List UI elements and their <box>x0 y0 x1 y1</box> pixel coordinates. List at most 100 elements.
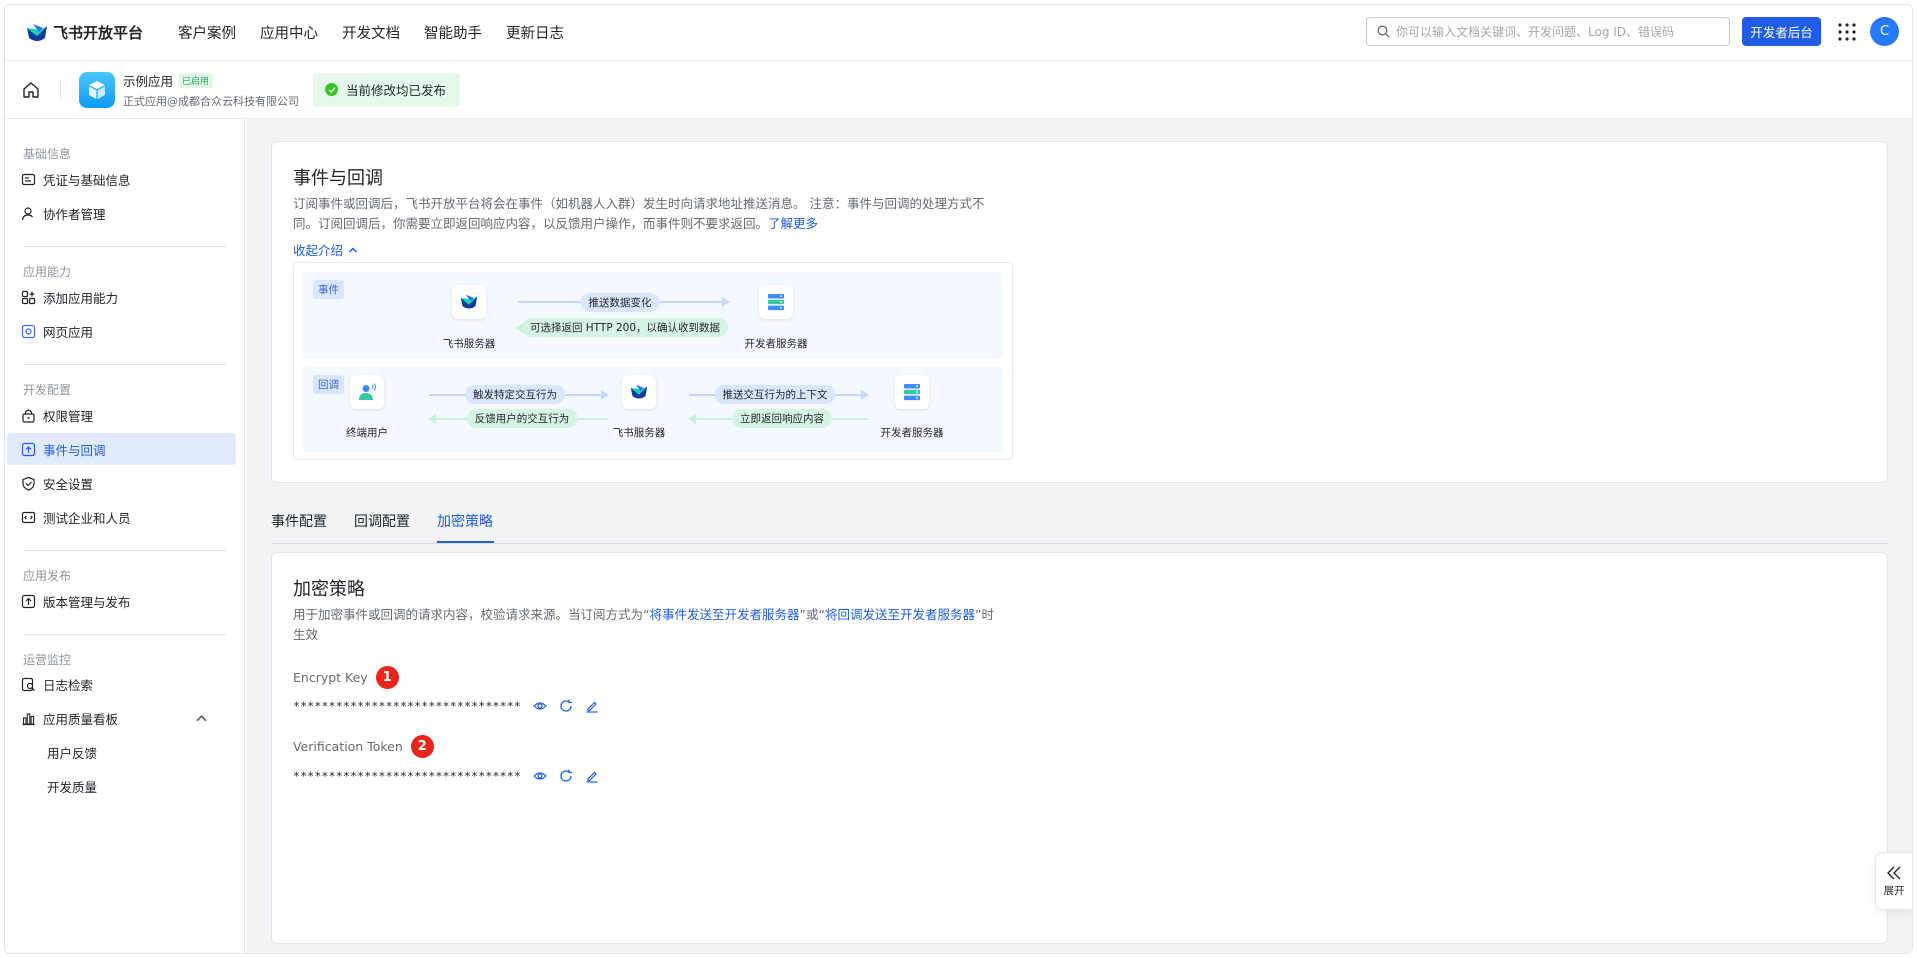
sidebar-item-test-enterprise[interactable]: 测试企业和人员 <box>7 501 236 533</box>
sidebar-item-security[interactable]: 安全设置 <box>7 467 236 499</box>
flow-diagram: 事件 飞书服务器 推送数据变化 可选择返回 HTTP 200，以确认收到数据 开… <box>293 262 1013 460</box>
encryption-desc-line2: 生效 <box>293 627 319 642</box>
sidebar-group-publish: 应用发布 <box>23 569 72 583</box>
search-input[interactable] <box>1396 24 1716 39</box>
collapse-intro-button[interactable]: 收起介绍 <box>293 240 359 259</box>
event-to-server-link[interactable]: 将事件发送至开发者服务器 <box>649 607 799 622</box>
top-nav: 飞书开放平台 客户案例 应用中心 开发文档 智能助手 更新日志 开发者后台 C <box>5 5 1912 61</box>
user-icon <box>21 206 33 220</box>
feishu-server-node <box>622 375 656 409</box>
refresh-icon[interactable] <box>559 699 573 713</box>
nav-link-assistant[interactable]: 智能助手 <box>424 22 482 43</box>
expand-label: 展开 <box>1883 884 1905 897</box>
eye-icon[interactable] <box>533 769 547 783</box>
expand-panel-button[interactable]: 展开 <box>1875 852 1912 910</box>
sidebar-item-user-feedback[interactable]: 用户反馈 <box>7 736 236 768</box>
divider <box>23 550 226 551</box>
sidebar-item-add-capability[interactable]: 添加应用能力 <box>7 281 236 313</box>
intro-title: 事件与回调 <box>293 168 383 189</box>
nav-link-changelog[interactable]: 更新日志 <box>506 22 564 43</box>
dev-server-node <box>759 285 793 319</box>
nav-link-app-center[interactable]: 应用中心 <box>260 22 318 43</box>
sidebar-item-label: 协作者管理 <box>43 206 106 222</box>
sidebar-item-permissions[interactable]: 权限管理 <box>7 399 236 431</box>
add-block-icon <box>21 290 36 304</box>
sidebar-item-quality-board[interactable]: 应用质量看板 <box>7 702 236 734</box>
intro-card: 事件与回调 订阅事件或回调后，飞书开放平台将会在事件（如机器人入群）发生时向请求… <box>271 141 1888 483</box>
arrow-head-icon <box>722 297 730 307</box>
encryption-desc-mid: ”或“ <box>799 607 825 622</box>
feishu-server-node <box>452 285 486 319</box>
nav-link-docs[interactable]: 开发文档 <box>342 22 400 43</box>
callback-to-server-link[interactable]: 将回调发送至开发者服务器 <box>825 607 975 622</box>
tab-event-config[interactable]: 事件配置 <box>271 511 327 531</box>
tab-callback-config[interactable]: 回调配置 <box>354 511 410 531</box>
publish-status: 当前修改均已发布 <box>313 72 461 107</box>
chevron-up-icon <box>348 246 358 253</box>
sidebar-item-version[interactable]: 版本管理与发布 <box>7 585 236 617</box>
trigger-action-label: 触发特定交互行为 <box>465 385 565 404</box>
cube-icon <box>89 80 105 99</box>
encryption-description: 用于加密事件或回调的请求内容，校验请求来源。当订阅方式为“将事件发送至开发者服务… <box>293 605 1023 645</box>
return-200-label: 可选择返回 HTTP 200，以确认收到数据 <box>521 318 729 337</box>
sidebar-item-label: 凭证与基础信息 <box>43 172 131 188</box>
verification-token-label-text: Verification Token <box>293 739 403 754</box>
dev-server-label: 开发者服务器 <box>880 427 944 439</box>
encryption-desc-prefix: 用于加密事件或回调的请求内容，校验请求来源。当订阅方式为“ <box>293 607 650 622</box>
refresh-icon[interactable] <box>559 769 573 783</box>
sidebar-item-credentials[interactable]: 凭证与基础信息 <box>7 163 236 195</box>
app-grid-icon[interactable] <box>1837 22 1857 42</box>
shield-icon <box>22 476 35 491</box>
server-icon <box>904 384 920 401</box>
publish-status-text: 当前修改均已发布 <box>346 83 447 98</box>
encryption-desc-suffix: ”时 <box>974 607 994 622</box>
eye-icon[interactable] <box>533 699 547 713</box>
bar-chart-icon <box>22 712 35 725</box>
arrow-head-icon <box>861 390 869 400</box>
sidebar-item-log-search[interactable]: 日志检索 <box>7 668 236 700</box>
chevron-up-icon[interactable] <box>194 711 209 726</box>
sidebar-item-collaborators[interactable]: 协作者管理 <box>7 197 236 229</box>
upload-icon <box>21 594 36 608</box>
dev-server-node <box>895 375 929 409</box>
sidebar-item-label: 添加应用能力 <box>43 290 119 306</box>
verification-token-label: Verification Token 2 <box>293 735 434 758</box>
user-avatar[interactable]: C <box>1870 17 1899 46</box>
web-app-icon <box>21 324 36 338</box>
developer-console-button[interactable]: 开发者后台 <box>1742 17 1821 46</box>
divider <box>23 634 226 635</box>
home-icon[interactable] <box>21 80 41 100</box>
collapse-label: 收起介绍 <box>293 243 344 258</box>
edit-icon[interactable] <box>585 769 599 783</box>
sidebar-item-label: 权限管理 <box>43 408 94 424</box>
verification-token-row: ******************************** <box>293 769 599 783</box>
main-content: 事件与回调 订阅事件或回调后，飞书开放平台将会在事件（如机器人入群）发生时向请求… <box>246 119 1912 953</box>
search-icon <box>1377 25 1390 38</box>
divider <box>60 80 61 99</box>
event-lane: 事件 飞书服务器 推送数据变化 可选择返回 HTTP 200，以确认收到数据 开… <box>303 272 1003 359</box>
person-icon <box>359 383 376 400</box>
credential-icon <box>21 173 36 185</box>
app-subtitle: 正式应用@成都合众云科技有限公司 <box>123 94 299 108</box>
callback-lane: 回调 终端用户 触发特定交互行为 反馈用户的交互行为 飞书服务器 推送交互行为的… <box>303 367 1003 452</box>
app-name: 示例应用 <box>123 73 174 89</box>
sidebar-item-label: 版本管理与发布 <box>43 594 131 610</box>
brand-logo[interactable]: 飞书开放平台 <box>25 22 143 44</box>
sidebar-group-capability: 应用能力 <box>23 265 72 279</box>
active-tab-indicator <box>437 541 494 543</box>
sidebar-item-dev-quality[interactable]: 开发质量 <box>7 770 236 802</box>
sidebar-item-label: 安全设置 <box>43 476 94 492</box>
status-badge: 已启用 <box>178 72 214 88</box>
push-context-label: 推送交互行为的上下文 <box>714 385 836 404</box>
verification-token-value: ******************************** <box>293 769 521 783</box>
feishu-server-label: 飞书服务器 <box>612 427 666 439</box>
nav-link-cases[interactable]: 客户案例 <box>178 22 236 43</box>
search-box[interactable] <box>1366 17 1730 46</box>
learn-more-link[interactable]: 了解更多 <box>768 216 818 231</box>
sidebar-group-basic: 基础信息 <box>23 147 72 161</box>
encryption-title: 加密策略 <box>293 579 365 600</box>
sidebar-item-events[interactable]: 事件与回调 <box>7 433 236 465</box>
sidebar-item-web-app[interactable]: 网页应用 <box>7 315 236 347</box>
tab-encryption[interactable]: 加密策略 <box>437 511 493 531</box>
edit-icon[interactable] <box>585 699 599 713</box>
